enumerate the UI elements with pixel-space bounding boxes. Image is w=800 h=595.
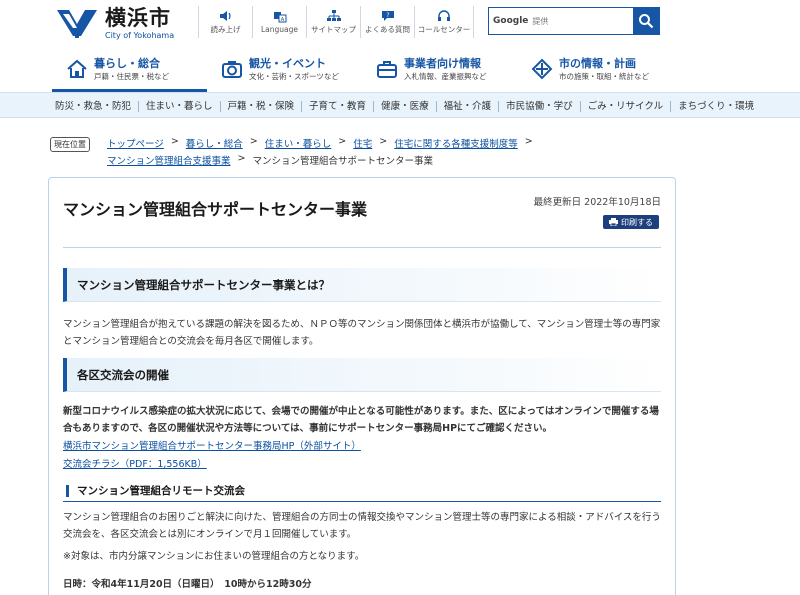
breadcrumb-link[interactable]: 住宅に関する各種支援制度等	[394, 136, 518, 150]
breadcrumb-link[interactable]: 住まい・暮らし	[265, 136, 332, 150]
subnav-item[interactable]: 住まい・暮らし	[139, 100, 221, 112]
flyer-pdf-link[interactable]: 交流会チラシ（PDF：1,556KB）	[63, 456, 207, 470]
cat-title: 暮らし・総合	[94, 56, 160, 70]
search-icon	[639, 14, 654, 29]
subnav-item[interactable]: 子育て・教育	[302, 100, 375, 112]
utility-tools: 読み上げ A Language サイトマップ ? よくある質問 コールセンター	[198, 6, 474, 40]
svg-text:?: ?	[386, 12, 389, 19]
title-divider	[63, 247, 661, 248]
translate-icon: A	[273, 11, 286, 23]
subnav-item[interactable]: 戸籍・税・保険	[221, 100, 303, 112]
search-placeholder: 提供	[532, 16, 549, 26]
about-paragraph: マンション管理組合が抱えている課題の解決を図るため、ＮＰＯ等のマンション関係団体…	[63, 319, 661, 347]
tool-label: 読み上げ	[210, 24, 241, 34]
cat-title: 市の情報・計画	[559, 56, 636, 70]
headset-icon	[438, 9, 450, 21]
cat-title: 事業者向け情報	[404, 56, 481, 70]
speaker-icon	[219, 10, 231, 21]
category-nav: 暮らし・総合 戸籍・住民票・税など 観光・イベント 文化・芸術・スポーツなど 事業者…	[52, 50, 672, 92]
section-heading-about: マンション管理組合サポートセンター事業とは？	[63, 268, 661, 302]
remote-paragraph: マンション管理組合のお困りごと解決に向けた、管理組合の方同士の情報交換やマンショ…	[63, 512, 661, 540]
camera-icon	[222, 61, 242, 78]
cat-jigyosha[interactable]: 事業者向け情報 入札情報、産業振興など	[362, 50, 517, 88]
call-center-button[interactable]: コールセンター	[414, 6, 474, 38]
info-diamond-icon	[531, 58, 553, 80]
search-input[interactable]: Google 提供	[489, 8, 633, 34]
event-date: 日時：令和4年11月20日（日曜日） 10時から12時30分	[63, 579, 312, 590]
site-header: 横浜市 City of Yokohama 読み上げ A Language サイト…	[0, 0, 800, 45]
breadcrumb-link[interactable]: 住宅	[353, 136, 372, 150]
cat-sub: 文化・芸術・スポーツなど	[249, 71, 339, 81]
read-aloud-button[interactable]: 読み上げ	[198, 6, 252, 38]
sub-nav: 防災・救急・防犯 住まい・暮らし 戸籍・税・保険 子育て・教育 健康・医療 福祉…	[0, 92, 800, 118]
cat-kanko[interactable]: 観光・イベント 文化・芸術・スポーツなど	[207, 50, 362, 88]
sitemap-icon	[326, 9, 341, 21]
subnav-item[interactable]: 防災・救急・防犯	[48, 100, 140, 112]
subnav-item[interactable]: まちづくり・環境	[671, 101, 761, 112]
site-logo[interactable]: 横浜市 City of Yokohama	[55, 6, 174, 42]
cat-sub: 市の施策・取組・統計など	[559, 71, 649, 81]
printer-icon	[609, 218, 618, 226]
tool-label: Language	[260, 24, 298, 34]
cat-sub: 戸籍・住民票・税など	[94, 71, 169, 81]
subnav-item[interactable]: 健康・医療	[374, 100, 437, 112]
cat-title: 観光・イベント	[249, 56, 326, 70]
breadcrumb-current: マンション管理組合サポートセンター事業	[252, 156, 433, 167]
question-icon: ?	[381, 10, 394, 21]
sitemap-button[interactable]: サイトマップ	[306, 6, 360, 38]
svg-text:A: A	[280, 17, 284, 23]
breadcrumb-link[interactable]: 暮らし・総合	[186, 136, 243, 150]
subnav-item[interactable]: ごみ・リサイクル	[581, 100, 672, 112]
covid-notice: 新型コロナウイルス感染症の拡大状況に応じて、会場での開催が中止となる可能性があり…	[63, 406, 659, 434]
subnav-item[interactable]: 福祉・介護	[437, 100, 500, 112]
logo-english: City of Yokohama	[105, 31, 175, 40]
target-note: ※対象は、市内分譲マンションにお住まいの管理組合の方となります。	[63, 551, 365, 562]
cat-shi-joho[interactable]: 市の情報・計画 市の施策・取組・統計など	[517, 50, 672, 88]
print-label: 印刷する	[621, 217, 653, 227]
print-button[interactable]: 印刷する	[603, 215, 659, 229]
cat-kurashi[interactable]: 暮らし・総合 戸籍・住民票・税など	[52, 50, 207, 92]
briefcase-icon	[377, 61, 397, 78]
cat-sub: 入札情報、産業振興など	[404, 71, 487, 81]
section-heading-exchange: 各区交流会の開催	[63, 358, 661, 392]
breadcrumb-line2: マンション管理組合支援事業 > マンション管理組合サポートセンター事業	[107, 153, 433, 167]
site-search: Google 提供	[488, 7, 660, 35]
language-button[interactable]: A Language	[252, 6, 306, 38]
breadcrumb-badge: 現在位置	[50, 137, 90, 152]
yokohama-emblem-icon	[57, 10, 97, 38]
breadcrumb-link[interactable]: マンション管理組合支援事業	[107, 153, 231, 167]
breadcrumb-link[interactable]: トップページ	[107, 136, 164, 150]
tool-label: コールセンター	[417, 24, 471, 34]
last-updated: 最終更新日 2022年10月18日	[533, 197, 661, 208]
search-button[interactable]	[633, 8, 659, 34]
main-content: マンション管理組合サポートセンター事業 最終更新日 2022年10月18日 印刷…	[48, 177, 676, 595]
breadcrumb: トップページ > 暮らし・総合 > 住まい・暮らし > 住宅 > 住宅に関する各種支援制…	[107, 136, 533, 150]
faq-button[interactable]: ? よくある質問	[360, 6, 414, 38]
tool-label: よくある質問	[365, 24, 410, 34]
tool-label: サイトマップ	[311, 24, 356, 34]
house-icon	[67, 59, 87, 78]
page-title: マンション管理組合サポートセンター事業	[63, 200, 368, 219]
search-brand: Google	[493, 16, 529, 26]
support-center-link[interactable]: 横浜市マンション管理組合サポートセンター事務局HP（外部サイト）	[63, 438, 361, 452]
logo-kanji: 横浜市	[105, 5, 171, 30]
subsection-heading-remote: マンション管理組合リモート交流会	[63, 480, 661, 502]
subnav-item[interactable]: 市民協働・学び	[499, 100, 581, 112]
